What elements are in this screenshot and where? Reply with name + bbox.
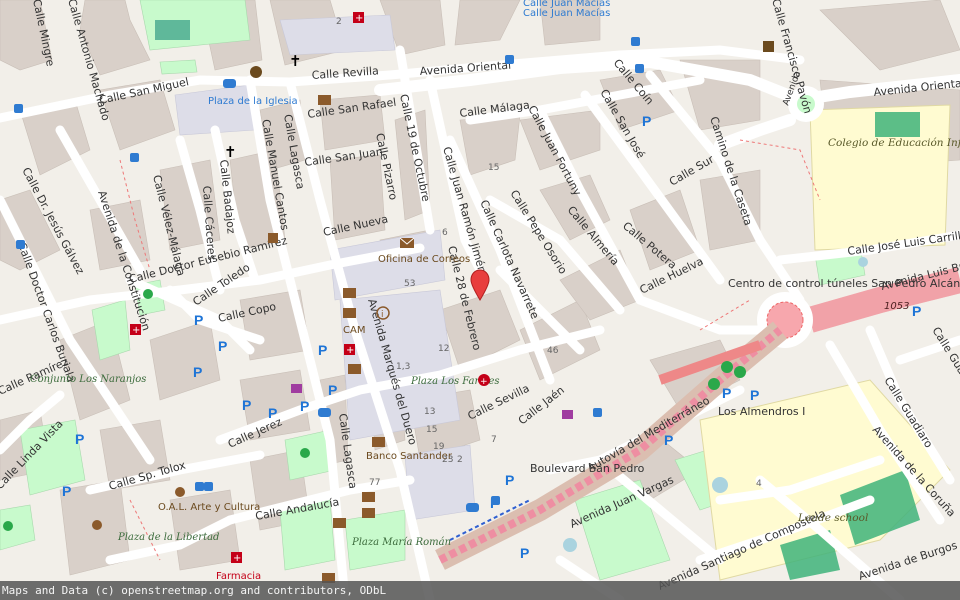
poi-label: Centro de control túneles San Pedro Alcá… <box>728 277 960 290</box>
monument-icon <box>250 66 262 78</box>
poi-label: Los Almendros I <box>718 405 805 418</box>
pharmacy-icon: + <box>231 552 242 564</box>
house-number: 12 <box>438 344 449 354</box>
poi-label: Colegio de Educación Infantil y Primaria… <box>828 137 960 149</box>
bus-stop-icon <box>593 408 602 417</box>
house-number: 15 <box>488 163 499 173</box>
parking-icon: P <box>722 385 731 401</box>
parking-icon: P <box>642 113 651 129</box>
parking-icon: P <box>75 431 84 447</box>
bank-icon <box>343 288 356 298</box>
bus-stop-icon <box>16 240 25 249</box>
svg-text:+: + <box>346 345 354 356</box>
playground-icon <box>143 289 153 299</box>
pharmacy-icon: + <box>130 324 141 336</box>
bus-stop-icon <box>130 153 139 162</box>
parking-icon: P <box>193 364 202 380</box>
svg-text:+: + <box>355 13 363 24</box>
theatre-icon <box>175 487 185 497</box>
house-number: 53 <box>404 279 415 289</box>
bus-stop-icon <box>631 37 640 46</box>
shop-icon <box>562 410 573 419</box>
poi-label: Plaza María Román <box>351 537 451 548</box>
map-canvas[interactable]: Calle Revilla Avenida Oriental Calle San… <box>0 0 960 600</box>
bank-icon <box>318 95 331 105</box>
theatre-icon <box>92 520 102 530</box>
parking-icon: P <box>912 303 921 319</box>
church-icon: ✝ <box>289 52 302 70</box>
pharmacy-icon: + <box>353 12 364 24</box>
poi-label: Plaza de la Iglesia <box>208 96 298 107</box>
playground-icon <box>708 378 720 390</box>
house-number: 4 <box>756 479 762 489</box>
parking-icon: P <box>194 312 203 328</box>
bus-stop-icon <box>14 104 23 113</box>
svg-text:i: i <box>381 310 384 320</box>
bank-icon <box>362 508 375 518</box>
poi-label: Boulevard San Pedro <box>530 462 645 475</box>
parking-icon: P <box>268 405 277 421</box>
house-number: 77 <box>369 478 380 488</box>
house-number: 13 <box>424 407 435 417</box>
map-attribution: Maps and Data (c) openstreetmap.org and … <box>0 581 960 600</box>
house-number: 1,3 <box>396 362 410 372</box>
house-number: 6 <box>442 228 448 238</box>
church-icon: ✝ <box>224 143 237 161</box>
parking-icon: P <box>242 397 251 413</box>
bus-stop-icon <box>204 482 213 491</box>
pharmacy-icon: + <box>344 344 355 356</box>
bus-stop-icon <box>195 482 204 491</box>
svg-text:+: + <box>480 377 488 387</box>
parking-icon: P <box>505 472 514 488</box>
parking-icon: P <box>62 483 71 499</box>
poi-label: Laude school <box>797 512 868 524</box>
parking-icon: P <box>664 432 673 448</box>
taxi-icon <box>318 408 331 417</box>
museum-icon <box>763 41 774 52</box>
bus-stop-icon <box>491 496 500 505</box>
bank-icon <box>333 518 346 528</box>
poi-label: Conjunto Los Naranjos <box>30 374 146 385</box>
poi-label: Oficina de Correos <box>378 254 470 265</box>
poi-label: Plaza de la Libertad <box>117 532 219 543</box>
bus-stop-icon <box>635 64 644 73</box>
bus-stop-icon <box>505 55 514 64</box>
bank-icon <box>372 437 385 447</box>
bank-icon <box>343 308 356 318</box>
bank-icon <box>348 364 361 374</box>
taxi-icon <box>223 79 236 88</box>
parking-icon: P <box>300 398 309 414</box>
parking-icon: P <box>318 342 327 358</box>
tourism-icon <box>268 233 278 243</box>
svg-text:+: + <box>233 553 241 564</box>
playground-icon <box>300 448 310 458</box>
parking-icon: P <box>328 382 337 398</box>
svg-text:+: + <box>132 325 140 336</box>
taxi-icon <box>466 503 479 512</box>
poi-label: Banco Santander <box>366 451 453 462</box>
house-number: 2 <box>457 455 463 465</box>
playground-icon <box>734 366 746 378</box>
playground-icon <box>3 521 13 531</box>
house-number: 7 <box>491 435 497 445</box>
bank-icon <box>362 492 375 502</box>
house-number: 19 <box>433 442 445 452</box>
parking-icon: P <box>750 387 759 403</box>
house-number: 15 <box>426 425 437 435</box>
poi-label: CAM <box>343 325 365 336</box>
post-office-icon <box>399 237 415 248</box>
poi-label: Calle Juan Macías <box>523 7 610 19</box>
house-number: 23 <box>442 455 453 465</box>
parking-icon: P <box>520 545 529 561</box>
poi-label: O.A.L. Arte y Cultura <box>158 502 260 513</box>
road-ref-label: 1053 <box>884 301 909 312</box>
parking-icon: P <box>218 338 227 354</box>
house-number: 46 <box>547 346 559 356</box>
shop-icon <box>291 384 302 393</box>
playground-icon <box>721 361 733 373</box>
house-number: 2 <box>336 17 342 27</box>
